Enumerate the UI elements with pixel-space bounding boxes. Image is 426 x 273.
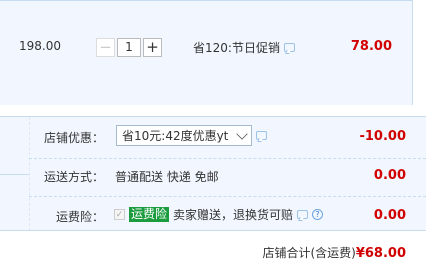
row-divider [29, 196, 426, 197]
shipping-label: 运送方式： [44, 170, 105, 184]
shop-total-label: 店铺合计(含运费) [262, 246, 356, 260]
shop-discount-selected: 省10元:42度优惠yt [122, 129, 229, 143]
quantity-increase-button[interactable]: + [143, 38, 162, 57]
chat-bubble-icon[interactable] [283, 43, 295, 52]
shop-discount-select[interactable]: 省10元:42度优惠yt [116, 125, 252, 146]
chat-bubble-icon[interactable] [256, 131, 267, 140]
shop-total-amount: ¥68.00 [355, 246, 406, 261]
left-divider [0, 174, 29, 175]
insurance-label: 运费险： [56, 210, 105, 224]
row-divider [29, 158, 426, 159]
promotion-text: 省120:节日促销 [193, 41, 280, 55]
shop-total: 店铺合计(含运费)¥68.00 [262, 244, 406, 261]
checkbox-checked-icon[interactable]: ✓ [114, 209, 125, 220]
panel-divider [29, 117, 30, 231]
unit-price: 198.00 [19, 39, 61, 53]
item-total-price: 78.00 [350, 39, 392, 54]
shop-discount-label: 店铺优惠： [44, 131, 105, 145]
shipping-value: 0.00 [373, 168, 406, 183]
quantity-input[interactable]: 1 [117, 38, 141, 57]
quantity-stepper: − 1 + [96, 37, 162, 58]
insurance-tag: 运费险 [129, 207, 170, 222]
question-circle-icon[interactable]: ? [312, 209, 324, 220]
cart-item-row: 198.00 − 1 + 省120:节日促销 78.00 [0, 0, 413, 105]
insurance-option: ✓ 运费险 卖家赠送，退换货可赔 ? [114, 206, 324, 223]
insurance-value: 0.00 [373, 208, 406, 223]
shipping-method: 普通配送 快递 免邮 [115, 170, 219, 184]
chevron-down-icon [236, 128, 248, 140]
chat-bubble-icon[interactable] [297, 210, 309, 219]
shop-discount-value: -10.00 [359, 129, 406, 144]
item-promotion: 省120:节日促销 [193, 39, 295, 56]
row-divider [0, 230, 426, 231]
quantity-decrease-button[interactable]: − [96, 38, 115, 57]
insurance-description: 卖家赠送，退换货可赔 [173, 208, 294, 222]
